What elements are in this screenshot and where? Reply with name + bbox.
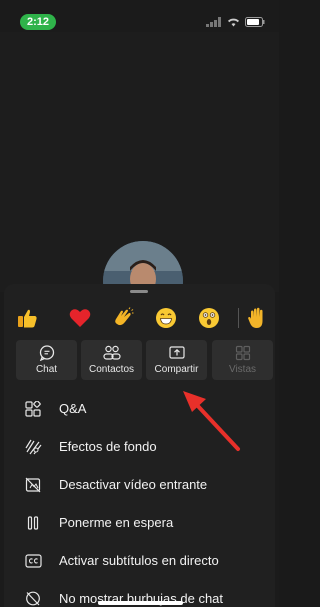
clapping-hands-icon	[115, 307, 134, 326]
wifi-icon	[228, 18, 239, 27]
contacts-button-label: Contactos	[88, 364, 135, 375]
share-button[interactable]: Compartir	[146, 340, 207, 380]
heart-reaction[interactable]	[67, 305, 93, 331]
chat-bubble-icon	[39, 345, 54, 361]
menu-item-disable-incoming-video[interactable]: Desactivar vídeo entrante	[0, 467, 279, 503]
menu-label-background-effects: Efectos de fondo	[59, 439, 157, 454]
reactions-row	[14, 305, 272, 331]
clap-reaction[interactable]	[110, 305, 136, 331]
background-effects-icon	[24, 439, 41, 455]
pause-icon	[27, 516, 39, 530]
raised-hand-icon	[248, 307, 263, 328]
views-button[interactable]: Vistas	[212, 340, 273, 380]
status-bar: 2:12	[0, 0, 279, 30]
meeting-screen: 2:12 Chat Contactos Compartir Vistas Q&A…	[0, 0, 279, 607]
heart-icon	[69, 309, 91, 327]
annotation-arrow	[183, 391, 240, 451]
people-icon	[102, 345, 121, 360]
contacts-button[interactable]: Contactos	[81, 340, 142, 380]
qa-icon	[25, 401, 41, 417]
menu-label-hold: Ponerme en espera	[59, 515, 174, 530]
chat-off-icon	[26, 591, 40, 606]
menu-label-live-captions: Activar subtítulos en directo	[59, 553, 219, 568]
menu-label-disable-incoming-video: Desactivar vídeo entrante	[59, 477, 208, 492]
thumbs-up-icon	[18, 309, 37, 328]
video-off-icon	[25, 477, 41, 493]
menu-label-qa: Q&A	[59, 401, 87, 416]
laughing-face-icon	[156, 308, 176, 328]
signal-icon	[206, 17, 221, 27]
thumbs-up-reaction[interactable]	[14, 305, 40, 331]
share-screen-icon	[168, 346, 185, 359]
chat-button[interactable]: Chat	[16, 340, 77, 380]
views-button-label: Vistas	[228, 364, 257, 375]
menu-item-hold[interactable]: Ponerme en espera	[0, 505, 279, 541]
action-buttons: Chat Contactos Compartir Vistas	[16, 340, 273, 380]
laugh-reaction[interactable]	[153, 305, 179, 331]
chat-button-label: Chat	[35, 364, 58, 375]
status-time: 2:12	[20, 14, 56, 30]
surprised-face-icon	[199, 308, 219, 328]
share-button-label: Compartir	[154, 364, 199, 375]
sheet-drag-handle[interactable]	[130, 290, 148, 293]
battery-icon	[245, 17, 265, 27]
grid-view-icon	[235, 345, 250, 361]
closed-captions-icon	[24, 554, 42, 568]
status-icons	[206, 16, 265, 28]
reactions-divider	[238, 308, 239, 328]
surprised-reaction[interactable]	[196, 305, 222, 331]
home-indicator	[98, 601, 183, 605]
raise-hand-reaction[interactable]	[244, 305, 270, 331]
menu-item-live-captions[interactable]: Activar subtítulos en directo	[0, 543, 279, 579]
